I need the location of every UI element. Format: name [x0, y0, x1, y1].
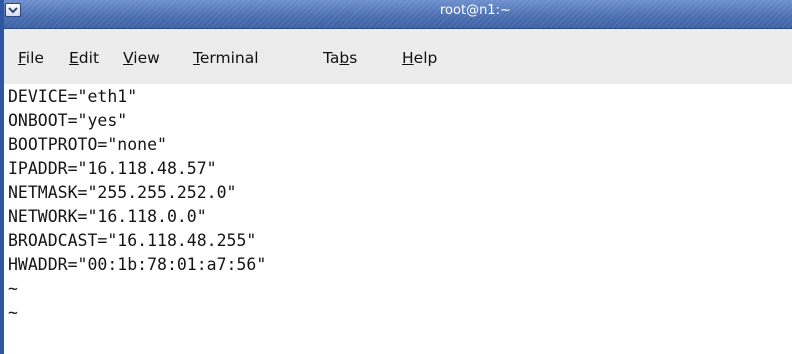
terminal-line: IPADDR="16.118.48.57": [8, 159, 217, 178]
menu-edit[interactable]: Edit: [69, 49, 99, 69]
terminal-line: BROADCAST="16.118.48.255": [8, 231, 257, 250]
terminal-line: ~: [8, 303, 18, 322]
terminal-line: NETMASK="255.255.252.0": [8, 183, 237, 202]
menu-view[interactable]: View: [123, 49, 160, 69]
window-menu-button[interactable]: [5, 3, 21, 17]
terminal-line: ~: [8, 279, 18, 298]
menu-terminal[interactable]: Terminal: [193, 49, 259, 69]
terminal-line: HWADDR="00:1b:78:01:a7:56": [8, 255, 267, 274]
menu-help[interactable]: Help: [402, 49, 437, 69]
terminal-line: NETWORK="16.118.0.0": [8, 207, 207, 226]
menu-file[interactable]: File: [18, 49, 44, 69]
title-bar[interactable]: root@n1:~: [0, 0, 792, 29]
terminal-line: BOOTPROTO="none": [8, 135, 167, 154]
window-title: root@n1:~: [440, 3, 511, 18]
terminal-line: DEVICE="eth1": [8, 87, 138, 106]
menu-tabs[interactable]: Tabs: [323, 49, 357, 69]
chevron-down-icon: [8, 7, 18, 14]
terminal-line: ONBOOT="yes": [8, 111, 128, 130]
terminal-window: root@n1:~ File Edit View Terminal Tabs H…: [0, 0, 792, 354]
menu-bar: File Edit View Terminal Tabs Help: [4, 29, 792, 84]
terminal-output[interactable]: DEVICE="eth1" ONBOOT="yes" BOOTPROTO="no…: [4, 84, 792, 354]
